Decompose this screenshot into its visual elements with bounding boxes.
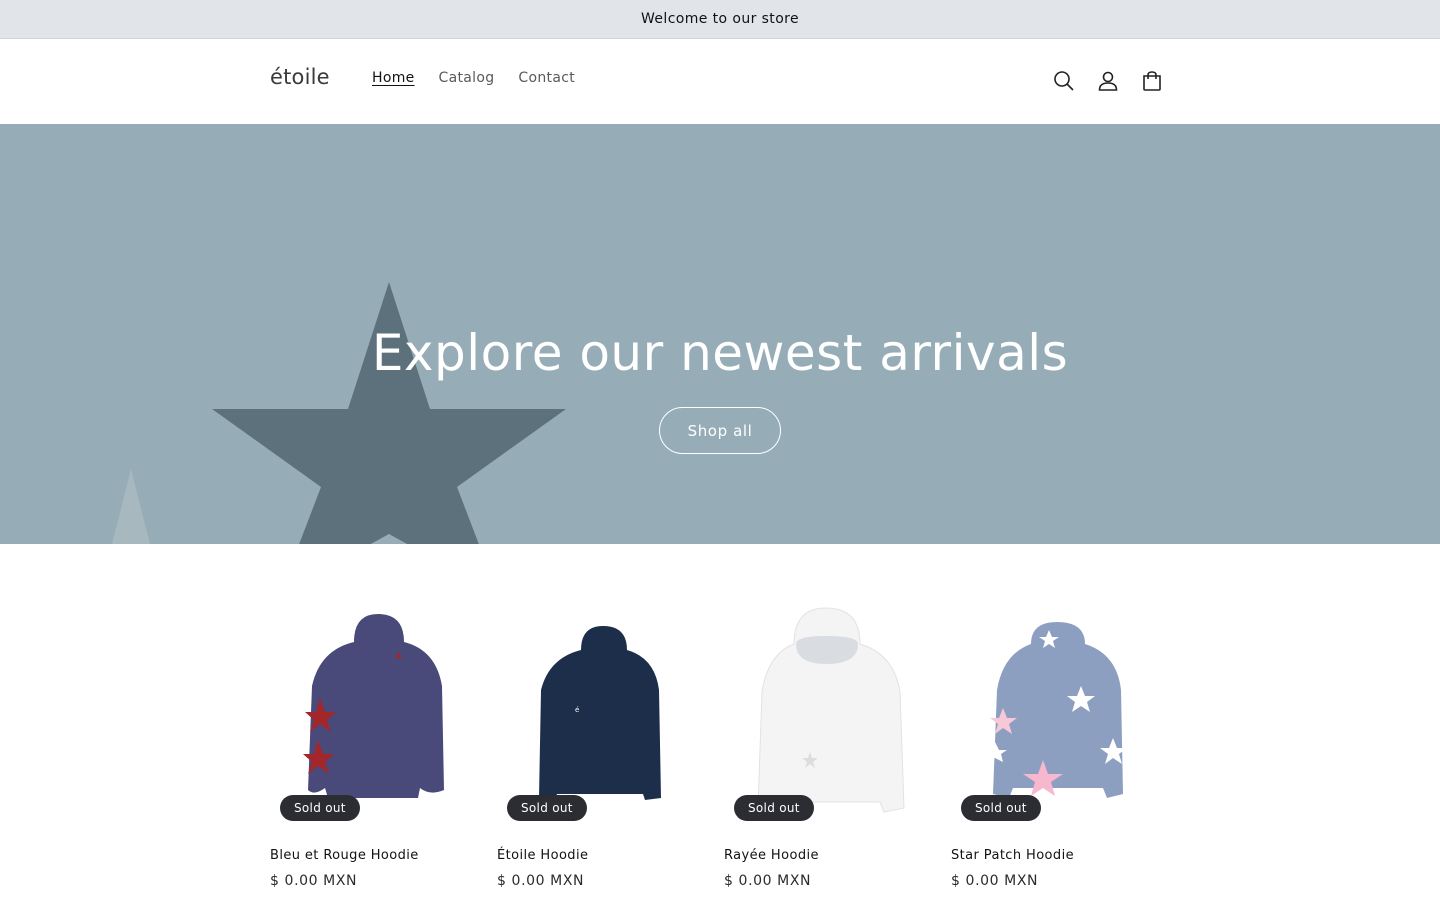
product-image[interactable]: é Sold out: [497, 602, 715, 830]
cart-icon[interactable]: [1130, 59, 1174, 103]
sold-out-badge: Sold out: [734, 795, 814, 821]
product-card[interactable]: Sold out Star Patch Hoodie $ 0.00 MXN: [951, 602, 1169, 889]
announcement-bar: Welcome to our store: [0, 0, 1440, 39]
hero-banner: Explore our newest arrivals Shop all: [0, 124, 1440, 544]
nav-contact[interactable]: Contact: [506, 70, 587, 86]
nav-catalog[interactable]: Catalog: [427, 70, 507, 86]
store-logo[interactable]: étoile: [270, 65, 330, 89]
product-price: $ 0.00 MXN: [724, 873, 812, 889]
announcement-text: Welcome to our store: [640, 11, 800, 27]
product-card[interactable]: Sold out Rayée Hoodie $ 0.00 MXN: [724, 602, 942, 889]
product-image[interactable]: Sold out: [270, 602, 488, 830]
search-icon[interactable]: [1042, 59, 1086, 103]
svg-text:é: é: [575, 706, 579, 714]
sold-out-badge: Sold out: [280, 795, 360, 821]
sold-out-badge: Sold out: [507, 795, 587, 821]
product-image[interactable]: Sold out: [951, 602, 1169, 830]
product-card[interactable]: é Sold out Étoile Hoodie $ 0.00 MXN: [497, 602, 715, 889]
hero-title: Explore our newest arrivals: [371, 324, 1069, 382]
nav-home[interactable]: Home: [360, 70, 427, 86]
site-header: étoile Home Catalog Contact: [0, 39, 1440, 124]
shop-all-button[interactable]: Shop all: [659, 407, 781, 454]
product-name[interactable]: Étoile Hoodie: [497, 848, 715, 863]
product-card[interactable]: Sold out Bleu et Rouge Hoodie $ 0.00 MXN: [270, 602, 488, 889]
account-icon[interactable]: [1086, 59, 1130, 103]
header-icons: [1042, 59, 1174, 103]
product-price: $ 0.00 MXN: [270, 873, 358, 889]
product-image[interactable]: Sold out: [724, 602, 942, 830]
sold-out-badge: Sold out: [961, 795, 1041, 821]
product-name[interactable]: Star Patch Hoodie: [951, 848, 1169, 863]
main-nav: Home Catalog Contact: [360, 70, 587, 86]
product-price: $ 0.00 MXN: [951, 873, 1039, 889]
product-price: $ 0.00 MXN: [497, 873, 585, 889]
product-name[interactable]: Bleu et Rouge Hoodie: [270, 848, 488, 863]
product-name[interactable]: Rayée Hoodie: [724, 848, 942, 863]
